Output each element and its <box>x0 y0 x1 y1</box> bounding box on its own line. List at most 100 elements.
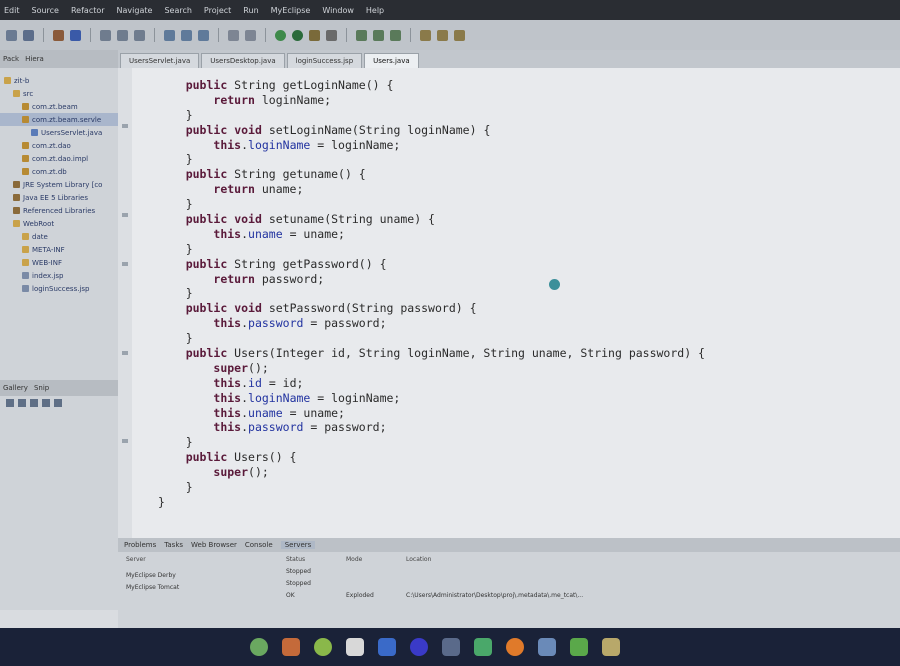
code-line[interactable]: } <box>158 495 705 510</box>
tree-item[interactable]: UsersServlet.java <box>0 126 118 139</box>
code-line[interactable]: return loginName; <box>158 93 705 108</box>
code-line[interactable]: return uname; <box>158 182 705 197</box>
server-name[interactable]: MyEclipse Derby <box>126 572 176 579</box>
menu-item[interactable]: Window <box>322 6 354 15</box>
fold-marker-icon[interactable] <box>122 439 128 443</box>
tab-gallery[interactable]: Gallery <box>3 384 28 392</box>
editor-tab[interactable]: Users.java <box>364 53 419 68</box>
forward-icon[interactable] <box>437 29 448 41</box>
code-line[interactable]: } <box>158 286 705 301</box>
code-line[interactable]: return password; <box>158 272 705 287</box>
code-line[interactable]: public String getPassword() { <box>158 257 705 272</box>
code-line[interactable]: public Users(Integer id, String loginNam… <box>158 346 705 361</box>
code-line[interactable]: this.uname = uname; <box>158 406 705 421</box>
code-line[interactable]: } <box>158 480 705 495</box>
fold-marker-icon[interactable] <box>122 124 128 128</box>
next-annotation-icon[interactable] <box>390 29 401 41</box>
app-icon[interactable] <box>378 638 396 656</box>
server-name[interactable]: MyEclipse Tomcat <box>126 584 179 591</box>
tree-item[interactable]: com.zt.db <box>0 165 118 178</box>
fold-marker-icon[interactable] <box>122 262 128 266</box>
bottom-tab[interactable]: Problems <box>124 541 156 549</box>
code-line[interactable]: this.id = id; <box>158 376 705 391</box>
eclipse-icon[interactable] <box>410 638 428 656</box>
annotation-icon[interactable] <box>373 29 384 41</box>
menu-item[interactable]: Refactor <box>71 6 105 15</box>
code-line[interactable]: this.loginName = loginName; <box>158 391 705 406</box>
tree-item[interactable]: zit-b <box>0 74 118 87</box>
bottom-tab[interactable]: Console <box>245 541 273 549</box>
external-tools-icon[interactable] <box>228 29 239 41</box>
firefox-icon[interactable] <box>506 638 524 656</box>
filter-icon[interactable] <box>30 399 38 407</box>
deploy-icon[interactable] <box>53 29 64 41</box>
app-icon[interactable] <box>314 638 332 656</box>
debug-icon[interactable] <box>292 29 303 41</box>
tree-item[interactable]: date <box>0 230 118 243</box>
code-line[interactable]: super(); <box>158 465 705 480</box>
tab-snippets[interactable]: Snip <box>34 384 49 392</box>
code-line[interactable]: } <box>158 331 705 346</box>
tree-item[interactable]: index.jsp <box>0 269 118 282</box>
code-line[interactable]: this.password = password; <box>158 420 705 435</box>
code-line[interactable]: } <box>158 197 705 212</box>
code-line[interactable]: public String getLoginName() { <box>158 78 705 93</box>
editor-tab[interactable]: UsersDesktop.java <box>201 53 285 68</box>
open-type-icon[interactable] <box>100 29 111 41</box>
tree-item[interactable]: META-INF <box>0 243 118 256</box>
tree-item[interactable]: WEB-INF <box>0 256 118 269</box>
app-icon[interactable] <box>474 638 492 656</box>
bottom-tab[interactable]: Web Browser <box>191 541 237 549</box>
code-line[interactable]: public String getuname() { <box>158 167 705 182</box>
menu-item[interactable]: Help <box>366 6 384 15</box>
fold-marker-icon[interactable] <box>122 213 128 217</box>
app-icon[interactable] <box>570 638 588 656</box>
tree-item[interactable]: JRE System Library [co <box>0 178 118 191</box>
app-icon[interactable] <box>442 638 460 656</box>
tree-item[interactable]: WebRoot <box>0 217 118 230</box>
code-line[interactable]: public void setuname(String uname) { <box>158 212 705 227</box>
code-line[interactable]: this.password = password; <box>158 316 705 331</box>
code-line[interactable]: public Users() { <box>158 450 705 465</box>
bottom-tab[interactable]: Servers <box>280 541 316 549</box>
server-icon[interactable] <box>70 29 81 41</box>
run-icon[interactable] <box>275 29 286 41</box>
back-icon[interactable] <box>420 29 431 41</box>
history-icon[interactable] <box>134 29 145 41</box>
bottom-tab[interactable]: Tasks <box>164 541 183 549</box>
app-icon[interactable] <box>538 638 556 656</box>
tree-item[interactable]: com.zt.dao <box>0 139 118 152</box>
code-line[interactable]: } <box>158 242 705 257</box>
code-line[interactable]: this.loginName = loginName; <box>158 138 705 153</box>
tree-item[interactable]: loginSuccess.jsp <box>0 282 118 295</box>
save-icon[interactable] <box>23 29 34 41</box>
code-line[interactable]: public void setPassword(String password)… <box>158 301 705 316</box>
menu-item[interactable]: Search <box>164 6 191 15</box>
menu-item[interactable]: Navigate <box>117 6 153 15</box>
notepad-icon[interactable] <box>346 638 364 656</box>
search-icon[interactable] <box>117 29 128 41</box>
fold-marker-icon[interactable] <box>122 351 128 355</box>
code-editor[interactable]: public String getLoginName() { return lo… <box>118 68 900 538</box>
new-icon[interactable] <box>6 29 17 41</box>
profile-icon[interactable] <box>309 29 320 41</box>
tree-item[interactable]: src <box>0 87 118 100</box>
menu-item[interactable]: Edit <box>4 6 20 15</box>
code-line[interactable]: public void setLoginName(String loginNam… <box>158 123 705 138</box>
code-line[interactable]: } <box>158 152 705 167</box>
code-line[interactable]: } <box>158 108 705 123</box>
tree-item[interactable]: com.zt.beam.servle <box>0 113 118 126</box>
build-icon[interactable] <box>245 29 256 41</box>
tree-item[interactable]: com.zt.beam <box>0 100 118 113</box>
new-package-icon[interactable] <box>181 29 192 41</box>
coverage-icon[interactable] <box>326 29 337 41</box>
code-text[interactable]: public String getLoginName() { return lo… <box>158 78 705 510</box>
menu-item[interactable]: Source <box>32 6 59 15</box>
code-line[interactable]: this.uname = uname; <box>158 227 705 242</box>
menu-item[interactable]: MyEclipse <box>271 6 311 15</box>
chrome-icon[interactable] <box>250 638 268 656</box>
tab-package-explorer[interactable]: Pack <box>3 55 19 63</box>
menu-item[interactable]: Run <box>243 6 258 15</box>
last-edit-icon[interactable] <box>454 29 465 41</box>
editor-tab[interactable]: loginSuccess.jsp <box>286 53 363 68</box>
